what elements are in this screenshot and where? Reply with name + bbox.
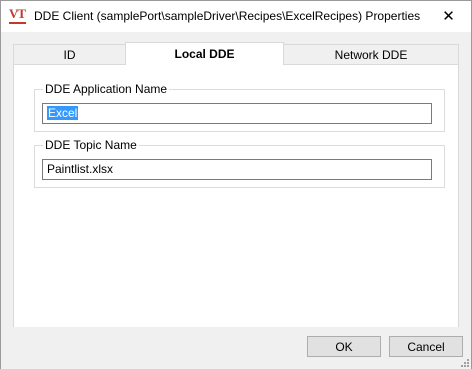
app-logo-icon: VT (9, 7, 27, 25)
title-bar[interactable]: VT DDE Client (samplePort\sampleDriver\R… (1, 1, 471, 32)
cancel-button[interactable]: Cancel (389, 336, 463, 357)
dde-topic-group: DDE Topic Name Paintlist.xlsx (34, 138, 445, 188)
properties-dialog: VT DDE Client (samplePort\sampleDriver\R… (0, 0, 472, 369)
dde-application-group: DDE Application Name Excel (34, 82, 445, 132)
tab-id[interactable]: ID (13, 44, 126, 64)
resize-grip-icon[interactable] (459, 357, 469, 367)
close-icon: ✕ (442, 8, 455, 25)
window-title: DDE Client (samplePort\sampleDriver\Reci… (34, 9, 421, 23)
dialog-content: ID Local DDE Network DDE DDE Application… (1, 32, 471, 330)
ok-button[interactable]: OK (307, 336, 381, 357)
tab-network-dde[interactable]: Network DDE (283, 44, 459, 64)
local-dde-panel: DDE Application Name Excel DDE Topic Nam… (13, 64, 459, 330)
dde-topic-value: Paintlist.xlsx (47, 162, 114, 176)
dde-application-label: DDE Application Name (43, 82, 170, 96)
tab-strip: ID Local DDE Network DDE (13, 42, 459, 65)
close-button[interactable]: ✕ (426, 1, 471, 31)
dde-application-value: Excel (47, 106, 79, 120)
dde-topic-input[interactable]: Paintlist.xlsx (42, 159, 432, 180)
dde-application-input[interactable]: Excel (42, 103, 432, 124)
tab-local-dde[interactable]: Local DDE (125, 42, 284, 65)
dde-topic-label: DDE Topic Name (43, 138, 139, 152)
dialog-footer: OK Cancel (1, 327, 471, 369)
